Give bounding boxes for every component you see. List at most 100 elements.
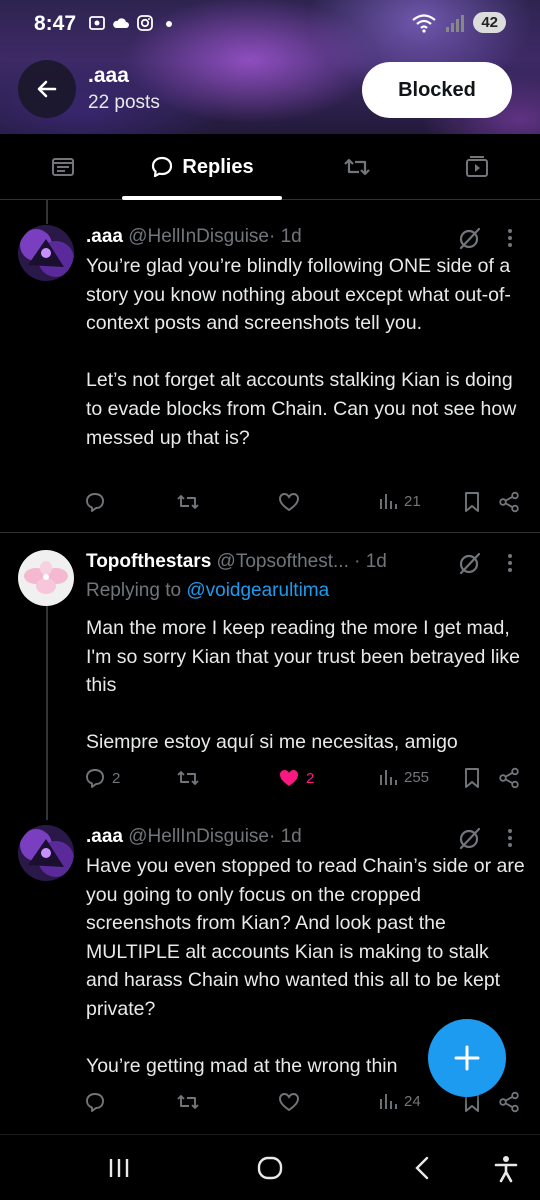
more-options-icon[interactable] — [504, 228, 516, 248]
post-actions: 2 2 255 — [0, 767, 540, 797]
accessibility-button[interactable] — [492, 1155, 520, 1188]
tab-media[interactable] — [442, 134, 512, 200]
post-text: You’re glad you’re blindly following ONE… — [86, 252, 526, 452]
wifi-icon — [412, 13, 437, 33]
like-button[interactable] — [278, 491, 300, 513]
share-icon — [499, 767, 519, 789]
post-paragraph: Let’s not forget alt accounts stalking K… — [86, 369, 517, 449]
signal-icon — [446, 14, 465, 32]
thread-line — [46, 200, 48, 224]
like-count: 2 — [306, 769, 315, 787]
views-button[interactable]: 24 — [378, 1091, 421, 1111]
replying-to: Replying to @voidgearultima — [86, 580, 329, 602]
like-button[interactable] — [278, 1091, 300, 1113]
post-time: · 1d — [269, 826, 302, 847]
grok-icon[interactable] — [458, 826, 482, 850]
views-icon — [380, 770, 397, 785]
instagram-icon — [137, 15, 153, 31]
views-icon — [380, 494, 397, 509]
reply-icon — [86, 769, 104, 788]
avatar[interactable] — [18, 225, 74, 281]
grok-icon[interactable] — [458, 551, 482, 575]
author-handle[interactable]: @Topsofthest... — [217, 551, 349, 572]
status-time: 8:47 — [34, 12, 77, 35]
blocked-button[interactable]: Blocked — [362, 62, 512, 118]
profile-post-count: 22 posts — [88, 92, 160, 113]
reply-count: 2 — [112, 769, 121, 787]
repost-button[interactable] — [176, 491, 200, 513]
bookmark-icon — [465, 492, 479, 512]
avatar[interactable] — [18, 825, 74, 881]
like-button[interactable]: 2 — [278, 767, 314, 789]
repost-icon — [177, 1095, 199, 1109]
author-name[interactable]: Topofthestars — [86, 551, 211, 572]
post-text: Man the more I keep reading the more I g… — [86, 614, 526, 757]
reply-button[interactable] — [84, 491, 106, 513]
author-handle[interactable]: @HellInDisguise — [128, 826, 269, 847]
bookmark-button[interactable] — [462, 767, 482, 789]
views-count: 255 — [404, 768, 430, 786]
replying-to-link[interactable]: @voidgearultima — [186, 580, 329, 601]
home-button[interactable] — [256, 1155, 284, 1186]
heart-icon — [279, 493, 299, 512]
compose-button[interactable] — [428, 1019, 506, 1097]
tab-replies-label: Replies — [182, 155, 254, 178]
dot-icon — [166, 21, 172, 27]
arrow-left-icon — [37, 80, 57, 98]
author-name[interactable]: .aaa — [86, 226, 123, 247]
tab-posts[interactable] — [28, 134, 98, 200]
heart-filled-icon — [280, 770, 298, 786]
avatar-image — [18, 550, 74, 606]
reply-icon — [86, 1093, 104, 1112]
more-options-icon[interactable] — [504, 553, 516, 573]
back-nav-button[interactable] — [410, 1155, 434, 1186]
repost-icon — [177, 495, 199, 509]
accessibility-icon — [494, 1156, 518, 1183]
back-button[interactable] — [18, 60, 76, 118]
views-count: 21 — [404, 492, 421, 510]
cloud-icon — [113, 18, 129, 28]
views-button[interactable]: 21 — [378, 491, 421, 511]
more-options-icon[interactable] — [504, 828, 516, 848]
share-button[interactable] — [498, 491, 520, 513]
post-paragraph: Siempre estoy aquí si me necesitas, amig… — [86, 731, 458, 754]
post-paragraph: You’re glad you’re blindly following ONE… — [86, 255, 511, 335]
grok-icon[interactable] — [458, 226, 482, 250]
post-header: .aaa @HellInDisguise· 1d — [86, 226, 302, 248]
reply-button[interactable]: 2 — [84, 767, 120, 789]
post-time: · 1d — [269, 226, 302, 247]
recents-button[interactable] — [106, 1155, 132, 1186]
tab-replies[interactable]: Replies — [122, 134, 282, 200]
tab-reposts[interactable] — [322, 134, 392, 200]
heart-icon — [279, 1093, 299, 1112]
post-time: · 1d — [354, 551, 387, 572]
battery-icon: 42 — [473, 12, 506, 33]
bookmark-button[interactable] — [462, 491, 482, 513]
post-paragraph: Man the more I keep reading the more I g… — [86, 617, 521, 697]
avatar-image — [18, 825, 74, 881]
share-button[interactable] — [498, 1091, 520, 1113]
post-header: Topofthestars @Topsofthest... · 1d — [86, 551, 387, 573]
bookmark-icon — [465, 768, 479, 788]
repost-button[interactable] — [176, 767, 200, 789]
reply-button[interactable] — [84, 1091, 106, 1113]
views-count: 24 — [404, 1092, 421, 1110]
share-icon — [499, 1091, 519, 1113]
views-button[interactable]: 255 — [378, 767, 429, 787]
author-name[interactable]: .aaa — [86, 826, 123, 847]
status-bar: 8:47 42 — [0, 0, 540, 48]
share-icon — [499, 491, 519, 513]
screenshot-icon — [89, 16, 105, 30]
repost-icon — [177, 771, 199, 785]
recents-icon — [109, 1159, 129, 1177]
share-button[interactable] — [498, 767, 520, 789]
views-icon — [380, 1094, 397, 1109]
repost-button[interactable] — [176, 1091, 200, 1113]
repost-icon — [344, 158, 370, 176]
reply-icon — [86, 493, 104, 512]
post-divider — [0, 532, 540, 533]
speech-bubble-icon — [152, 156, 173, 178]
system-nav-bar — [0, 1134, 540, 1200]
author-handle[interactable]: @HellInDisguise — [128, 226, 269, 247]
avatar[interactable] — [18, 550, 74, 606]
